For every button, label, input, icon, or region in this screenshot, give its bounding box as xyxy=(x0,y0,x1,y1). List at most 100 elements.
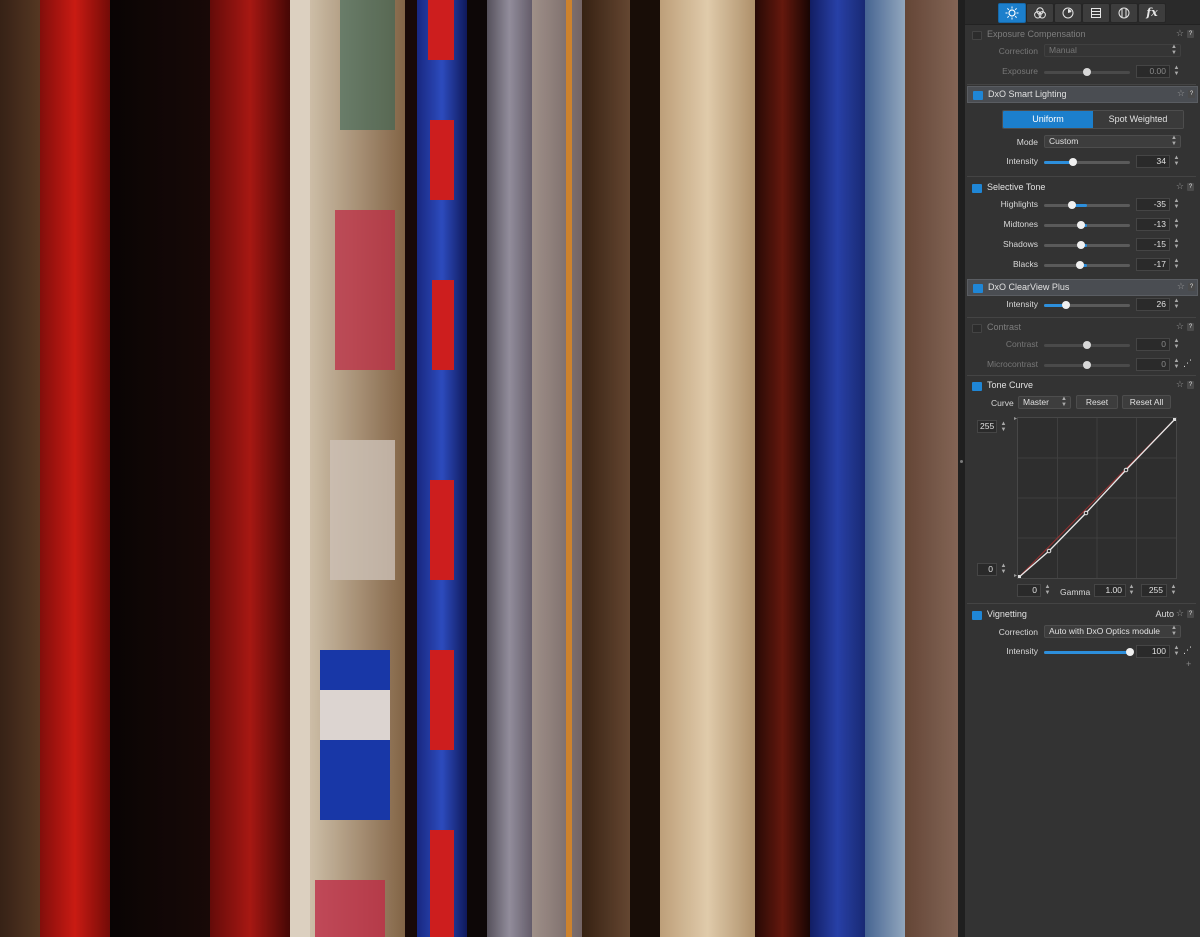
add-icon[interactable]: + xyxy=(1186,659,1191,669)
smart-lighting-intensity-slider[interactable] xyxy=(1044,158,1130,166)
magic-wand-icon[interactable]: ⋰ xyxy=(1183,358,1192,369)
contrast-toggle[interactable] xyxy=(972,324,982,333)
stepper-icon[interactable]: ▲ ▼ xyxy=(1173,218,1180,231)
curve-point[interactable] xyxy=(1123,467,1129,473)
highlights-value[interactable]: -35 xyxy=(1136,198,1170,211)
slider-knob[interactable] xyxy=(1077,221,1085,229)
stepper-icon[interactable]: ▲ ▼ xyxy=(1173,338,1180,351)
photo-preview[interactable] xyxy=(0,0,958,937)
panel-divider[interactable] xyxy=(958,0,965,937)
star-icon[interactable]: ☆ xyxy=(1176,28,1184,39)
star-icon[interactable]: ☆ xyxy=(1176,608,1184,619)
contrast-slider[interactable] xyxy=(1044,341,1130,349)
slider-knob[interactable] xyxy=(1126,648,1134,656)
stepper-icon[interactable]: ▲ ▼ xyxy=(1173,238,1180,251)
color-icon[interactable] xyxy=(1026,3,1054,23)
output-min-value[interactable]: 0 xyxy=(977,563,997,576)
star-icon[interactable]: ☆ xyxy=(1176,379,1184,390)
slider-knob[interactable] xyxy=(1083,68,1091,76)
correction-select[interactable]: Manual ▲ ▼ xyxy=(1044,44,1181,57)
contrast-value[interactable]: 0 xyxy=(1136,338,1170,351)
highlights-slider[interactable] xyxy=(1044,201,1130,209)
vignetting-header[interactable]: Vignetting Auto ☆ ? xyxy=(967,607,1196,622)
blacks-value[interactable]: -17 xyxy=(1136,258,1170,271)
local-adjust-icon[interactable] xyxy=(1110,3,1138,23)
microcontrast-value[interactable]: 0 xyxy=(1136,358,1170,371)
help-icon[interactable]: ? xyxy=(1187,30,1194,38)
stepper-icon[interactable]: ▲ ▼ xyxy=(1170,584,1177,597)
detail-icon[interactable] xyxy=(1054,3,1082,23)
curve-endpoint[interactable] xyxy=(1018,575,1021,578)
vignetting-toggle[interactable] xyxy=(972,611,982,620)
slider-knob[interactable] xyxy=(1069,158,1077,166)
exposure-header[interactable]: Exposure Compensation ☆ ? xyxy=(967,27,1196,42)
exposure-toggle[interactable] xyxy=(972,31,982,40)
help-icon[interactable]: ? xyxy=(1188,90,1195,98)
slider-knob[interactable] xyxy=(1083,341,1091,349)
output-marker-icon[interactable]: ▸ xyxy=(1014,572,1017,579)
stepper-icon[interactable]: ▲ ▼ xyxy=(1173,258,1180,271)
output-max-value[interactable]: 255 xyxy=(977,420,997,433)
stepper-icon[interactable]: ▲ ▼ xyxy=(1000,563,1007,576)
stepper-icon[interactable]: ▲ ▼ xyxy=(1128,584,1135,597)
curve-point[interactable] xyxy=(1083,510,1089,516)
curve-channel-select[interactable]: Master ▲ ▼ xyxy=(1018,396,1071,409)
contrast-header[interactable]: Contrast ☆ ? xyxy=(967,320,1196,335)
slider-knob[interactable] xyxy=(1083,361,1091,369)
stepper-icon[interactable]: ▲ ▼ xyxy=(1173,298,1180,311)
help-icon[interactable]: ? xyxy=(1187,183,1194,191)
slider-knob[interactable] xyxy=(1068,201,1076,209)
microcontrast-slider[interactable] xyxy=(1044,361,1130,369)
uniform-tab[interactable]: Uniform xyxy=(1003,111,1093,128)
mode-select[interactable]: Custom ▲ ▼ xyxy=(1044,135,1181,148)
help-icon[interactable]: ? xyxy=(1187,381,1194,389)
tone-curve-header[interactable]: Tone Curve ☆ ? xyxy=(967,378,1196,393)
selective-tone-toggle[interactable] xyxy=(972,184,982,193)
slider-knob[interactable] xyxy=(1076,261,1084,269)
gamma-value[interactable]: 1.00 xyxy=(1094,584,1126,597)
curve-point[interactable] xyxy=(1046,548,1052,554)
shadows-value[interactable]: -15 xyxy=(1136,238,1170,251)
geometry-icon[interactable] xyxy=(1082,3,1110,23)
exposure-value[interactable]: 0.00 xyxy=(1136,65,1170,78)
star-icon[interactable]: ☆ xyxy=(1177,88,1185,99)
help-icon[interactable]: ? xyxy=(1187,610,1194,618)
star-icon[interactable]: ☆ xyxy=(1176,181,1184,192)
spot-weighted-tab[interactable]: Spot Weighted xyxy=(1093,111,1183,128)
smart-lighting-intensity-value[interactable]: 34 xyxy=(1136,155,1170,168)
stepper-icon[interactable]: ▲ ▼ xyxy=(1173,645,1180,658)
midtones-value[interactable]: -13 xyxy=(1136,218,1170,231)
shadows-slider[interactable] xyxy=(1044,241,1130,249)
effects-icon[interactable]: fx xyxy=(1138,3,1166,23)
stepper-icon[interactable]: ▲ ▼ xyxy=(1173,155,1180,168)
stepper-icon[interactable]: ▲ ▼ xyxy=(1044,584,1051,597)
star-icon[interactable]: ☆ xyxy=(1177,281,1185,292)
input-min-value[interactable]: 0 xyxy=(1017,584,1041,597)
smart-lighting-header[interactable]: DxO Smart Lighting ☆ ? xyxy=(967,86,1198,103)
magic-wand-icon[interactable]: ⋰ xyxy=(1183,645,1192,656)
stepper-icon[interactable]: ▲ ▼ xyxy=(1000,421,1007,434)
curve-endpoint[interactable] xyxy=(1173,418,1176,421)
clearview-intensity-value[interactable]: 26 xyxy=(1136,298,1170,311)
clearview-header[interactable]: DxO ClearView Plus ☆ ? xyxy=(967,279,1198,296)
smart-lighting-toggle[interactable] xyxy=(973,91,983,100)
light-icon[interactable] xyxy=(998,3,1026,23)
help-icon[interactable]: ? xyxy=(1188,283,1195,291)
tone-curve-toggle[interactable] xyxy=(972,382,982,391)
star-icon[interactable]: ☆ xyxy=(1176,321,1184,332)
tone-curve-graph[interactable] xyxy=(1017,417,1177,579)
vignetting-intensity-value[interactable]: 100 xyxy=(1136,645,1170,658)
reset-all-button[interactable]: Reset All xyxy=(1122,395,1171,409)
stepper-icon[interactable]: ▲ ▼ xyxy=(1173,198,1180,211)
clearview-toggle[interactable] xyxy=(973,284,983,293)
help-icon[interactable]: ? xyxy=(1187,323,1194,331)
selective-tone-header[interactable]: Selective Tone ☆ ? xyxy=(967,180,1196,195)
slider-knob[interactable] xyxy=(1062,301,1070,309)
reset-button[interactable]: Reset xyxy=(1076,395,1118,409)
stepper-icon[interactable]: ▲ ▼ xyxy=(1173,358,1180,371)
clearview-intensity-slider[interactable] xyxy=(1044,301,1130,309)
vignetting-intensity-slider[interactable] xyxy=(1044,648,1134,656)
slider-knob[interactable] xyxy=(1077,241,1085,249)
exposure-slider[interactable] xyxy=(1044,68,1130,76)
blacks-slider[interactable] xyxy=(1044,261,1130,269)
